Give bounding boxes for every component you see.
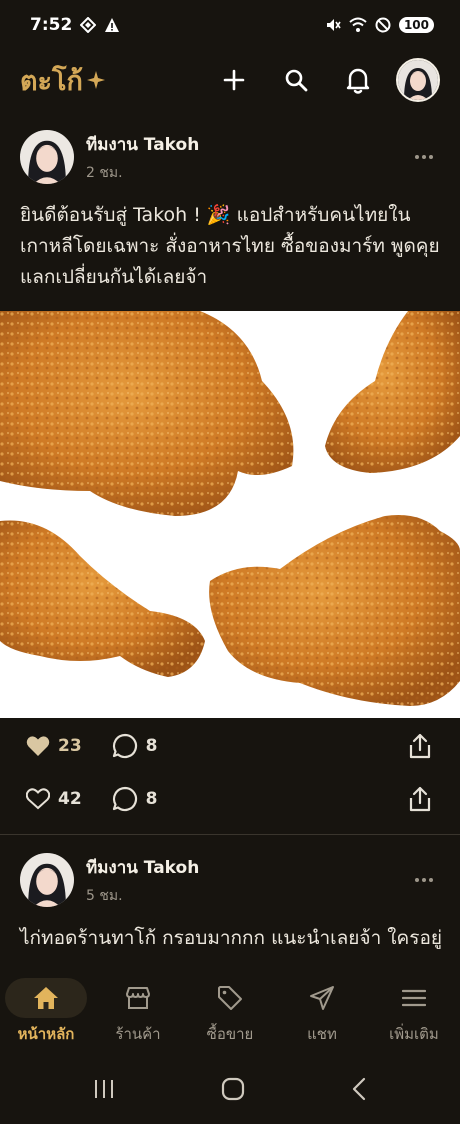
nav-label: ซื้อขาย <box>206 1025 254 1043</box>
author-avatar[interactable] <box>20 853 74 907</box>
comment-icon <box>112 786 137 812</box>
diamond-icon <box>80 17 97 33</box>
like-count: 42 <box>58 789 82 809</box>
status-left: 7:52 <box>30 15 120 35</box>
author-avatar[interactable] <box>20 130 74 184</box>
system-nav-bar <box>0 1058 460 1124</box>
profile-avatar[interactable] <box>396 58 440 102</box>
post-actions: 42 8 <box>0 779 460 819</box>
tag-icon <box>218 986 242 1010</box>
comment-count: 8 <box>145 736 158 756</box>
post-actions: 23 8 <box>0 726 460 766</box>
like-button[interactable]: 42 <box>26 788 82 810</box>
like-button[interactable]: 23 <box>26 735 82 757</box>
menu-icon <box>402 989 426 1007</box>
nav-more[interactable]: เพิ่มเติม <box>368 972 460 1058</box>
more-horizontal-icon <box>415 155 433 159</box>
heart-filled-icon <box>26 736 50 756</box>
share-button[interactable] <box>406 732 434 760</box>
post-image[interactable] <box>0 311 460 718</box>
search-icon <box>285 69 308 92</box>
nav-label: แชท <box>307 1025 337 1043</box>
more-horizontal-icon <box>415 878 433 882</box>
do-not-disturb-icon <box>375 17 391 33</box>
post-author[interactable]: ทีมงาน Takoh <box>86 131 199 158</box>
post-header: ทีมงาน Takoh 2 ชม. <box>0 130 460 184</box>
battery-indicator: 100 <box>398 17 434 33</box>
plus-icon <box>223 69 245 91</box>
comment-count: 8 <box>145 789 158 809</box>
search-button[interactable] <box>280 64 312 96</box>
back-chevron-icon <box>352 1077 366 1101</box>
status-bar: 7:52 100 <box>0 0 460 50</box>
nav-label: เพิ่มเติม <box>389 1025 439 1043</box>
more-options-button[interactable] <box>408 141 440 173</box>
home-system-button[interactable] <box>221 1077 245 1105</box>
post-meta: ทีมงาน Takoh 2 ชม. <box>86 131 199 184</box>
share-icon <box>409 733 431 759</box>
status-time: 7:52 <box>30 15 73 35</box>
heart-outline-icon <box>26 788 50 810</box>
nav-home[interactable]: หน้าหลัก <box>0 972 92 1058</box>
store-icon <box>126 987 150 1009</box>
app-logo[interactable]: ตะโก้ <box>20 59 83 102</box>
recent-apps-button[interactable] <box>93 1079 115 1103</box>
nav-label: ร้านค้า <box>115 1025 161 1043</box>
more-options-button[interactable] <box>408 864 440 896</box>
post-time: 5 ชม. <box>86 887 123 904</box>
home-circle-icon <box>221 1077 245 1101</box>
avatar-portrait <box>20 853 74 907</box>
post-card: ทีมงาน Takoh 5 ชม. ไก่ทอดร้านทาโก้ กรอบม… <box>0 853 460 954</box>
send-icon <box>310 986 334 1010</box>
nav-marketplace-pill <box>189 978 271 1018</box>
avatar-portrait <box>398 60 438 100</box>
comment-button[interactable]: 8 <box>112 733 158 759</box>
home-icon <box>34 987 58 1009</box>
mute-icon <box>326 19 341 31</box>
like-count: 23 <box>58 736 82 756</box>
share-button[interactable] <box>406 785 434 813</box>
app-header: ตะโก้ <box>0 50 460 110</box>
post-text: ยินดีต้อนรับสู่ Takoh ! 🎉 แอปสำหรับคนไทย… <box>20 204 440 288</box>
post-author[interactable]: ทีมงาน Takoh <box>86 854 199 881</box>
header-actions <box>218 58 440 102</box>
comment-button[interactable]: 8 <box>112 786 158 812</box>
nav-home-pill <box>5 978 87 1018</box>
bottom-nav: หน้าหลัก ร้านค้า ซื้อขาย แชท เพิ่มเติม <box>0 972 460 1058</box>
post-text: ไก่ทอดร้านทาโก้ กรอบมากกก แนะนำเลยจ้า ใค… <box>20 927 443 949</box>
warning-icon <box>105 18 120 32</box>
recent-apps-icon <box>95 1080 113 1098</box>
nav-label: หน้าหลัก <box>17 1025 75 1043</box>
post-header: ทีมงาน Takoh 5 ชม. <box>0 853 460 907</box>
create-button[interactable] <box>218 64 250 96</box>
share-icon <box>409 786 431 812</box>
nav-store-pill <box>97 978 179 1018</box>
status-right: 100 <box>325 17 434 33</box>
nav-chat-pill <box>281 978 363 1018</box>
nav-marketplace[interactable]: ซื้อขาย <box>184 972 276 1058</box>
nav-chat[interactable]: แชท <box>276 972 368 1058</box>
comment-icon <box>112 733 137 759</box>
back-button[interactable] <box>351 1077 367 1105</box>
post-meta: ทีมงาน Takoh 5 ชม. <box>86 854 199 907</box>
nav-store[interactable]: ร้านค้า <box>92 972 184 1058</box>
fried-chicken-image <box>0 311 460 718</box>
post-card: ทีมงาน Takoh 2 ชม. ยินดีต้อนรับสู่ Takoh… <box>0 130 460 293</box>
notifications-button[interactable] <box>342 64 374 96</box>
sparkle-icon <box>86 71 105 89</box>
post-time: 2 ชม. <box>86 164 123 181</box>
avatar-portrait <box>20 130 74 184</box>
wifi-icon <box>349 17 367 32</box>
bell-icon <box>346 68 370 94</box>
post-divider <box>0 834 460 835</box>
nav-more-pill <box>373 978 455 1018</box>
